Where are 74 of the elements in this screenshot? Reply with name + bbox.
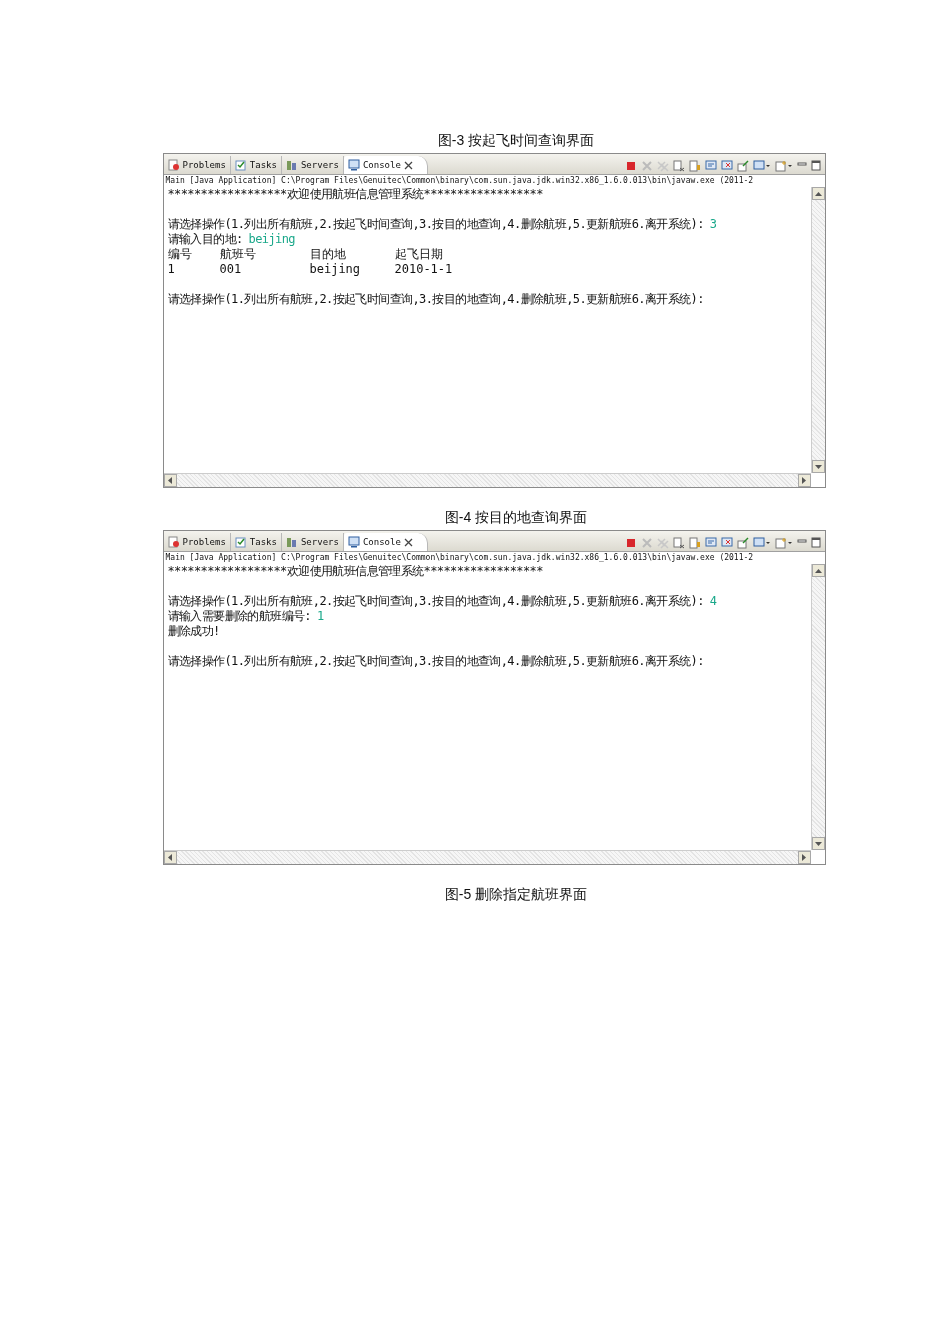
problems-icon [167, 159, 180, 171]
view-tab[interactable]: Servers [281, 156, 344, 174]
scroll-lock-icon[interactable] [688, 160, 701, 172]
vertical-scrollbar[interactable] [810, 187, 825, 473]
tasks-icon [234, 536, 247, 548]
scroll-up-icon[interactable] [814, 568, 822, 573]
table-cell-text: 001 [219, 262, 243, 277]
console-output: ******************欢迎使用航班信息管理系统****************** [167, 564, 543, 579]
input-text: 4 [709, 594, 717, 609]
console-output: 请选择操作(1.列出所有航班,2.按起飞时间查询,3.按目的地查询,4.删除航班,5.更新航班6.离开系统): [167, 217, 704, 232]
console-icon [347, 159, 360, 171]
scroll-right-icon[interactable] [802, 477, 806, 484]
close-icon[interactable] [403, 537, 413, 547]
input-text: 3 [709, 217, 717, 232]
scroll-down-icon[interactable] [814, 464, 822, 469]
horizontal-scrollbar[interactable] [163, 850, 811, 864]
scroll-up-icon[interactable] [814, 191, 822, 196]
table-cell-text: 起飞日期 [394, 247, 444, 262]
close-icon[interactable] [403, 160, 413, 170]
show-output-icon[interactable] [704, 537, 717, 549]
clear-console-icon[interactable] [672, 537, 685, 549]
figure-caption: 图-4 按目的地查询界面 [444, 508, 588, 526]
pin-icon[interactable] [736, 160, 749, 172]
show-error-icon[interactable] [720, 537, 733, 549]
console-output: 请输入需要删除的航班编号: [167, 609, 311, 624]
view-tab[interactable]: Problems [163, 533, 231, 551]
view-tab[interactable]: Tasks [230, 533, 282, 551]
stop-icon[interactable] [624, 160, 637, 172]
servers-icon [285, 159, 298, 171]
view-tab[interactable]: Console [343, 533, 428, 551]
console-output: 删除成功! [167, 624, 220, 639]
scroll-down-icon[interactable] [814, 841, 822, 846]
vertical-scrollbar[interactable] [810, 564, 825, 850]
show-error-icon[interactable] [720, 160, 733, 172]
figure-caption: 图-5 删除指定航班界面 [444, 885, 588, 903]
horizontal-scrollbar[interactable] [163, 473, 811, 487]
tasks-icon [234, 159, 247, 171]
figure-caption: 图-3 按起飞时间查询界面 [437, 131, 595, 149]
scroll-right-icon[interactable] [802, 854, 806, 861]
console-output: 请输入目的地: [167, 232, 243, 247]
maximize-icon[interactable] [810, 160, 821, 172]
new-console-icon[interactable] [774, 160, 793, 172]
table-cell-text: 航班号 [219, 247, 257, 262]
stop-icon[interactable] [624, 537, 637, 549]
table-cell-text: beijing [309, 262, 362, 277]
view-tab[interactable]: Problems [163, 156, 231, 174]
view-tab[interactable]: Tasks [230, 156, 282, 174]
scroll-left-icon[interactable] [168, 854, 172, 861]
scroll-left-icon[interactable] [168, 477, 172, 484]
table-cell-text: 2010-1-1 [394, 262, 454, 277]
console-output: 请选择操作(1.列出所有航班,2.按起飞时间查询,3.按目的地查询,4.删除航班,5.更新航班6.离开系统): [167, 654, 704, 669]
table-cell-text: 编号 [167, 247, 193, 262]
servers-icon [285, 536, 298, 548]
view-tab[interactable]: Console [343, 156, 428, 174]
console-output: 请选择操作(1.列出所有航班,2.按起飞时间查询,3.按目的地查询,4.删除航班,5.更新航班6.离开系统): [167, 594, 704, 609]
maximize-icon[interactable] [810, 537, 821, 549]
show-output-icon[interactable] [704, 160, 717, 172]
view-tab[interactable]: Servers [281, 533, 344, 551]
pin-icon[interactable] [736, 537, 749, 549]
input-text: 1 [316, 609, 324, 624]
launch-description: Main [Java Application] C:\Program Files\Genuitec\Common\binary\com.sun.java.jdk.win32.x86_1.6.0.013\bin\javaw.exe (2011-2 [163, 175, 825, 187]
table-cell-text: 1 [167, 262, 176, 277]
display-console-icon[interactable] [752, 160, 771, 172]
launch-description: Main [Java Application] C:\Program Files\Genuitec\Common\binary\com.sun.java.jdk.win32.x86_1.6.0.013\bin\javaw.exe (2011-2 [163, 552, 825, 564]
new-console-icon[interactable] [774, 537, 793, 549]
console-output: 请选择操作(1.列出所有航班,2.按起飞时间查询,3.按目的地查询,4.删除航班,5.更新航班6.离开系统): [167, 292, 704, 307]
input-text: beijing [248, 232, 295, 247]
console-output: ******************欢迎使用航班信息管理系统****************** [167, 187, 543, 202]
clear-console-icon[interactable] [672, 160, 685, 172]
display-console-icon[interactable] [752, 537, 771, 549]
problems-icon [167, 536, 180, 548]
table-cell-text: 目的地 [309, 247, 347, 262]
console-icon [347, 536, 360, 548]
scroll-lock-icon[interactable] [688, 537, 701, 549]
